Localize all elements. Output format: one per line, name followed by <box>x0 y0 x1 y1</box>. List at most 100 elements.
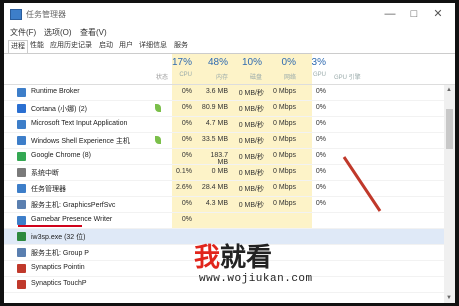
menu-file[interactable]: 文件(F) <box>10 27 36 38</box>
process-icon <box>17 152 26 161</box>
tab-startup[interactable]: 启动 <box>97 40 115 52</box>
cell-disk: 0 MB/秒 <box>238 138 264 145</box>
vertical-scrollbar[interactable]: ▲ ▼ <box>444 85 455 303</box>
menu-options[interactable]: 选项(O) <box>44 27 72 38</box>
cell-cpu: 0.1% <box>176 168 192 175</box>
tab-users[interactable]: 用户 <box>117 40 135 52</box>
table-row[interactable]: Microsoft Text Input Application 0% 4.7 MB… <box>4 117 444 133</box>
process-name: Google Chrome (8) <box>31 152 91 159</box>
header-cpu[interactable]: CPU <box>172 72 192 78</box>
title-bar: 任务管理器 — □ ✕ <box>4 3 455 25</box>
process-name: Gamebar Presence Writer <box>31 216 113 223</box>
resource-cells-bg <box>172 213 312 228</box>
process-icon <box>17 264 26 273</box>
process-icon <box>17 104 26 113</box>
watermark-char1: 我 <box>194 242 221 272</box>
close-button[interactable]: ✕ <box>427 6 449 22</box>
tab-details[interactable]: 详细信息 <box>137 40 169 52</box>
process-icon <box>17 200 26 209</box>
header-disk[interactable]: 磁盘 <box>238 72 262 81</box>
cell-disk: 0 MB/秒 <box>238 90 264 97</box>
process-icon <box>17 184 26 193</box>
cell-gpu: 0% <box>315 120 326 127</box>
cell-net: 0 Mbps <box>273 200 296 207</box>
red-arrow-annotation <box>342 156 382 212</box>
cell-gpu: 0% <box>315 200 326 207</box>
cell-disk: 0 MB/秒 <box>238 170 264 177</box>
cell-mem: 33.5 MB <box>201 136 228 143</box>
cell-mem: 183.7 MB <box>210 152 228 166</box>
process-icon <box>17 216 26 225</box>
process-name: Runtime Broker <box>31 88 80 95</box>
header-gpu-engine[interactable]: GPU 引擎 <box>334 72 368 81</box>
header-net-pct: 0% <box>281 57 296 68</box>
tab-app-history[interactable]: 应用历史记录 <box>48 40 94 52</box>
process-name: iw3sp.exe (32 位) <box>31 234 86 241</box>
table-row[interactable]: Runtime Broker 0% 3.6 MB 0 MB/秒 0 Mbps 0% <box>4 85 444 101</box>
cell-mem: 4.3 MB <box>205 200 228 207</box>
cell-net: 0 Mbps <box>273 168 296 175</box>
header-mem[interactable]: 内存 <box>204 72 228 81</box>
cell-disk: 0 MB/秒 <box>238 202 264 209</box>
process-name: 系统中断 <box>31 170 59 177</box>
cell-gpu: 0% <box>315 104 326 111</box>
scroll-up-icon[interactable]: ▲ <box>446 87 452 93</box>
scroll-down-icon[interactable]: ▼ <box>446 295 452 301</box>
tab-performance[interactable]: 性能 <box>28 40 46 52</box>
cell-net: 0 Mbps <box>273 152 296 159</box>
cell-disk: 0 MB/秒 <box>238 122 264 129</box>
cell-disk: 0 MB/秒 <box>238 106 264 113</box>
process-icon <box>17 88 26 97</box>
task-manager-window: 任务管理器 — □ ✕ 文件(F) 选项(O) 查看(V) 进程 性能 应用历史… <box>4 3 455 303</box>
process-icon <box>17 280 26 289</box>
process-name: Microsoft Text Input Application <box>31 120 128 127</box>
cell-cpu: 0% <box>181 152 192 159</box>
header-net[interactable]: 网络 <box>274 72 296 81</box>
process-name: 服务主机: Group P <box>31 250 89 257</box>
cell-net: 0 Mbps <box>273 88 296 95</box>
cell-gpu: 0% <box>315 136 326 143</box>
menu-view[interactable]: 查看(V) <box>80 27 107 38</box>
table-row[interactable]: Windows Shell Experience 主机 0% 33.5 MB 0 MB… <box>4 133 444 149</box>
cell-cpu: 0% <box>181 88 192 95</box>
cell-gpu: 0% <box>315 184 326 191</box>
window-title: 任务管理器 <box>26 10 66 19</box>
cell-net: 0 Mbps <box>273 184 296 191</box>
process-name: 服务主机: GraphicsPerfSvc <box>31 202 116 209</box>
cell-gpu: 0% <box>315 88 326 95</box>
arrow-line <box>342 156 382 212</box>
cell-cpu: 2.6% <box>176 184 192 191</box>
scrollbar-thumb[interactable] <box>446 109 453 149</box>
tab-services[interactable]: 服务 <box>172 40 190 52</box>
cell-net: 0 Mbps <box>273 120 296 127</box>
header-cpu-pct: 17% <box>172 57 193 68</box>
cell-net: 0 Mbps <box>273 136 296 143</box>
process-name: Windows Shell Experience 主机 <box>31 138 130 145</box>
suspended-leaf-icon <box>155 136 161 144</box>
header-disk-pct: 10% <box>241 57 262 68</box>
menu-bar: 文件(F) 选项(O) 查看(V) <box>4 25 455 39</box>
cell-gpu: 0% <box>315 168 326 175</box>
cell-cpu: 0% <box>181 104 192 111</box>
process-name: 任务管理器 <box>31 186 66 193</box>
table-row[interactable]: Cortana (小娜) (2) 0% 80.9 MB 0 MB/秒 0 Mbps 0% <box>4 101 444 117</box>
cell-cpu: 0% <box>181 136 192 143</box>
header-gpu[interactable]: GPU <box>304 72 326 78</box>
cell-mem: 28.4 MB <box>201 184 228 191</box>
cell-mem: 3.6 MB <box>205 88 228 95</box>
header-status[interactable]: 状态 <box>154 72 168 81</box>
cell-cpu: 0% <box>181 120 192 127</box>
watermark-url: www.wojiukan.com <box>199 273 313 285</box>
minimize-button[interactable]: — <box>379 6 401 22</box>
process-icon <box>17 232 26 241</box>
maximize-button[interactable]: □ <box>403 6 425 22</box>
cell-mem: 80.9 MB <box>201 104 228 111</box>
process-icon <box>17 248 26 257</box>
header-mem-pct: 48% <box>207 57 228 68</box>
tab-processes[interactable]: 进程 <box>8 40 28 53</box>
watermark-brand: 我就看 <box>194 237 272 274</box>
cell-disk: 0 MB/秒 <box>238 186 264 193</box>
process-name: Synaptics TouchP <box>31 280 87 287</box>
cell-mem: 0 MB <box>211 168 228 175</box>
process-name: Synaptics Pointin <box>31 264 85 271</box>
